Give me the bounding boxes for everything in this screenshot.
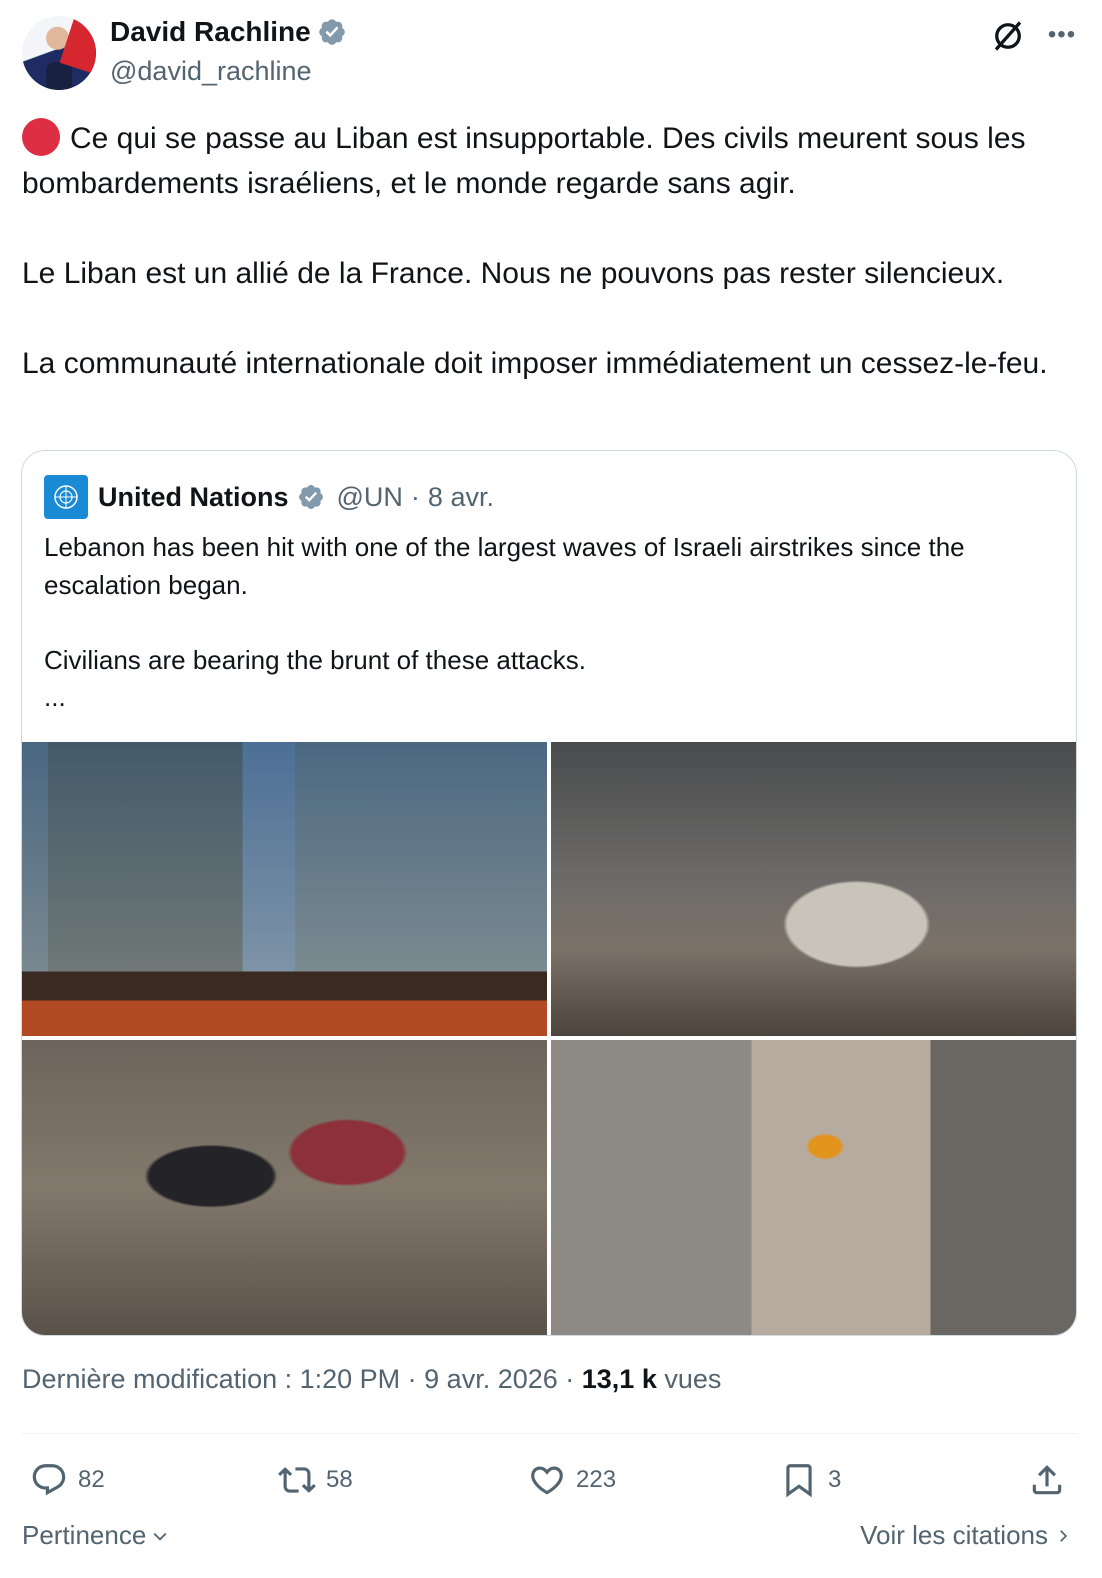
grok-icon[interactable]: [990, 18, 1026, 54]
view-quotes-link[interactable]: Voir les citations: [860, 1520, 1072, 1551]
chevron-right-icon: [1060, 1529, 1068, 1542]
author-handle[interactable]: @david_rachline: [110, 56, 312, 87]
share-icon: [1032, 1465, 1062, 1495]
view-quotes-label: Voir les citations: [860, 1520, 1048, 1550]
quoted-paragraph-1: Lebanon has been hit with one of the lar…: [44, 532, 965, 600]
like-count: 223: [576, 1466, 617, 1493]
divider: [22, 1433, 1078, 1434]
reply-button[interactable]: 82: [30, 1452, 105, 1508]
bookmark-icon: [786, 1464, 812, 1498]
bookmark-count: 3: [828, 1466, 842, 1493]
photo-damaged-buildings[interactable]: [22, 742, 547, 1036]
quoted-paragraph-2: Civilians are bearing the brunt of these…: [44, 644, 586, 675]
sort-label: Pertinence: [22, 1520, 147, 1550]
views-label: vues: [664, 1364, 722, 1394]
photo-destroyed-car[interactable]: [551, 742, 1076, 1036]
quoted-media-grid: [22, 742, 1076, 1335]
quoted-author-handle[interactable]: @UN: [337, 482, 403, 513]
action-bar: 82 58 223 3: [22, 1452, 1078, 1508]
more-options-icon[interactable]: •••: [1044, 20, 1080, 50]
bookmark-button[interactable]: 3: [780, 1452, 841, 1508]
heart-icon: [531, 1466, 563, 1495]
edit-timestamp[interactable]: Dernière modification : 1:20 PM · 9 avr.…: [22, 1364, 582, 1394]
share-button[interactable]: [1028, 1452, 1066, 1508]
tweet-text: Ce qui se passe au Liban est insupportab…: [22, 116, 1082, 386]
sort-dropdown[interactable]: Pertinence: [22, 1520, 170, 1551]
author-name[interactable]: David Rachline: [110, 16, 311, 48]
retweet-count: 58: [326, 1466, 353, 1493]
un-emblem-icon: [54, 485, 78, 509]
retweet-icon: [278, 1467, 316, 1493]
un-logo-avatar[interactable]: [44, 475, 88, 519]
quoted-meta-separator: ·: [410, 481, 420, 512]
verified-badge-icon: [318, 19, 345, 45]
author-avatar[interactable]: [22, 16, 96, 90]
photo-man-sweeping[interactable]: [551, 1040, 1076, 1335]
photo-debris-suitcases[interactable]: [22, 1040, 547, 1335]
tweet-paragraph-3: La communauté internationale doit impose…: [22, 347, 1048, 380]
quoted-ellipsis: ...: [44, 682, 66, 712]
quoted-tweet[interactable]: United Nations @UN · 8 avr. Lebanon has …: [21, 450, 1077, 1336]
reply-count: 82: [78, 1466, 105, 1493]
tweet-meta: Dernière modification : 1:20 PM · 9 avr.…: [22, 1364, 721, 1395]
quoted-verified-badge-icon: [298, 485, 323, 509]
author-name-row: David Rachline: [110, 16, 347, 48]
like-button[interactable]: 223: [528, 1452, 616, 1508]
quoted-tweet-header: United Nations @UN · 8 avr.: [44, 475, 494, 519]
tweet-paragraph-1: Ce qui se passe au Liban est insupportab…: [22, 116, 1082, 206]
chevron-down-icon: [153, 1532, 167, 1541]
tweet-paragraph-2: Le Liban est un allié de la France. Nous…: [22, 257, 1005, 290]
reply-icon: [32, 1464, 66, 1496]
tweet-header: David Rachline @david_rachline •••: [22, 14, 1080, 92]
quoted-tweet-date[interactable]: 8 avr.: [428, 482, 494, 513]
retweet-button[interactable]: 58: [278, 1452, 353, 1508]
quoted-author-name[interactable]: United Nations: [98, 482, 289, 513]
quoted-tweet-text: Lebanon has been hit with one of the lar…: [44, 529, 1054, 717]
views-count: 13,1 k: [581, 1364, 657, 1394]
red-circle-emoji-icon: [22, 118, 60, 156]
